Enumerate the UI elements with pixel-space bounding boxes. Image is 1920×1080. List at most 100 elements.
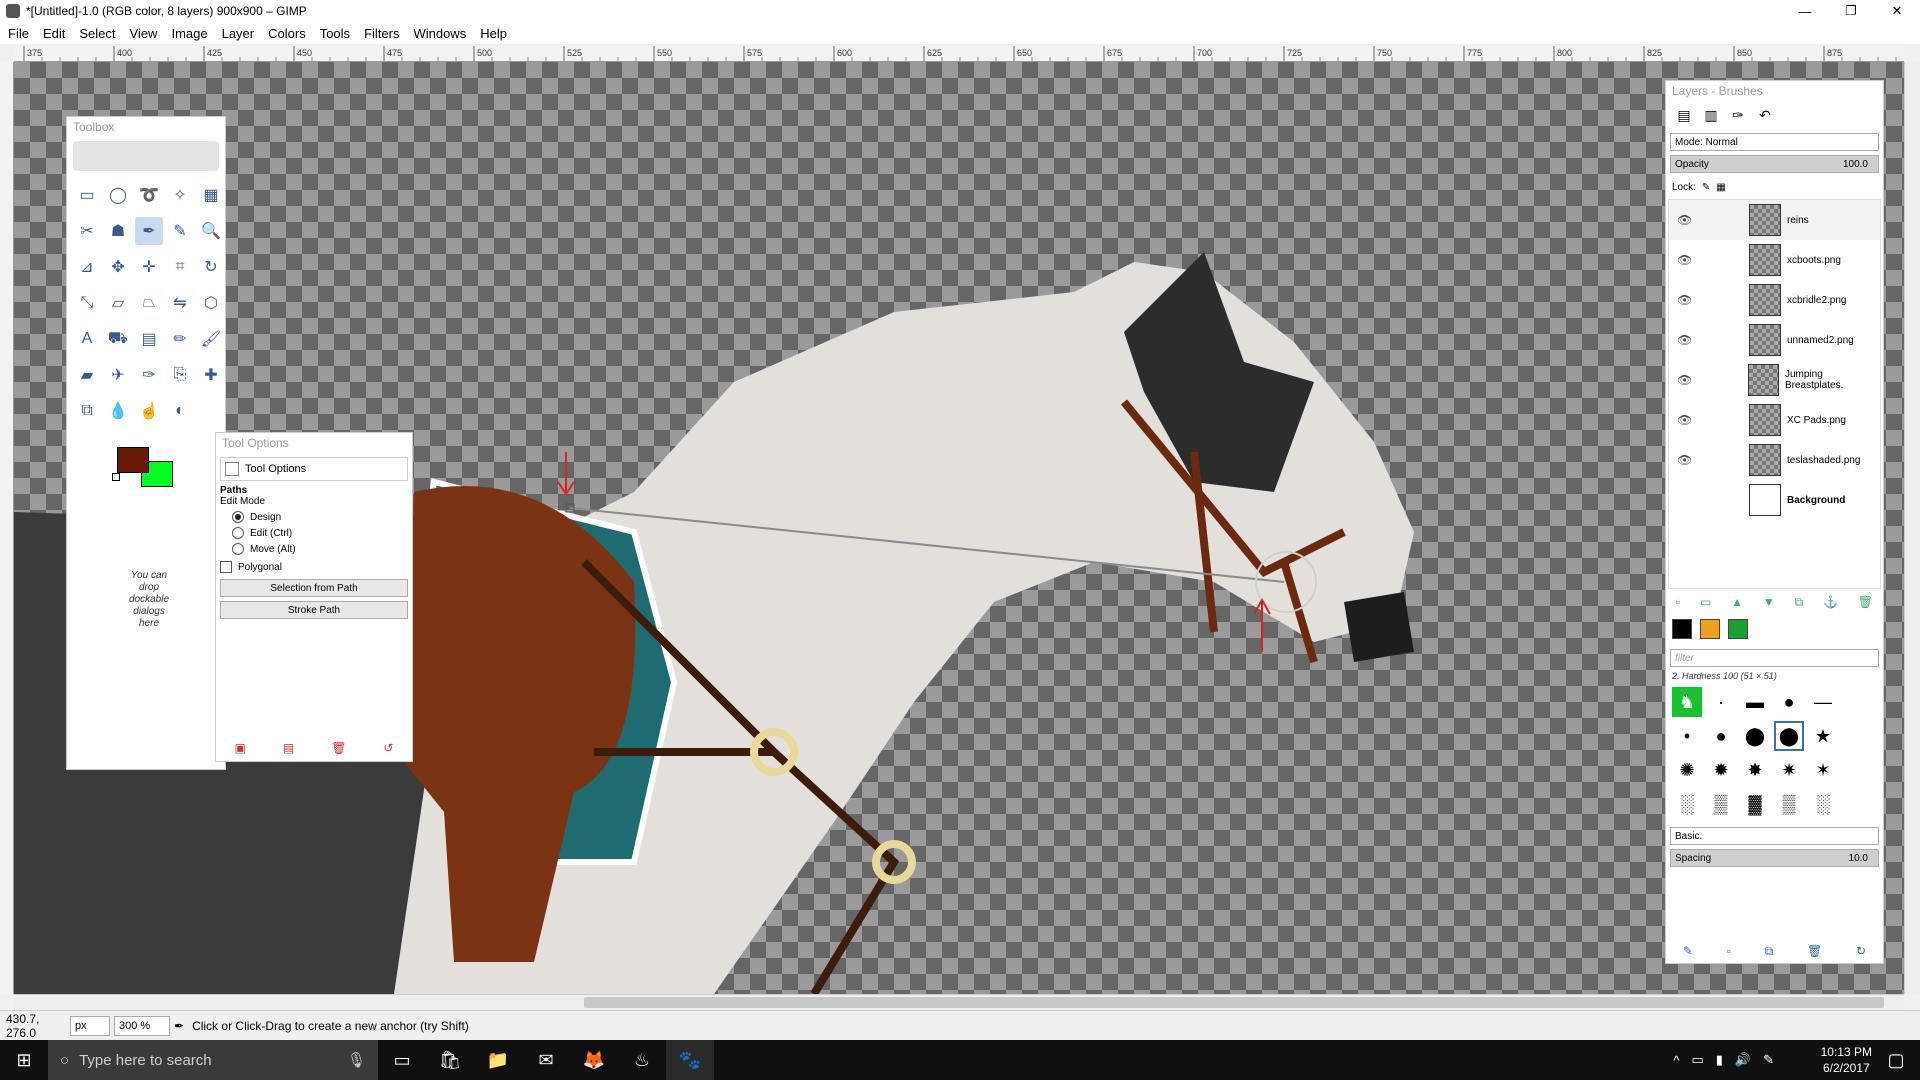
brush-star[interactable]: ★ — [1808, 721, 1838, 751]
layer-row[interactable]: 👁 reins — [1669, 200, 1880, 240]
vertical-ruler[interactable] — [0, 62, 14, 994]
channels-tab-icon[interactable]: ▥ — [1699, 104, 1723, 126]
brush-line[interactable]: ▬ — [1740, 687, 1770, 717]
visibility-eye-icon[interactable]: 👁 — [1677, 293, 1697, 307]
mode-design-radio[interactable]: Design — [232, 511, 408, 523]
paintbrush-icon[interactable]: 🖌 — [197, 325, 225, 353]
pen-icon[interactable]: ✎ — [1763, 1052, 1774, 1068]
ink-icon[interactable]: ✑ — [135, 361, 163, 389]
new-layer-group-icon[interactable]: ▭ — [1700, 595, 1711, 609]
zoom-icon[interactable]: 🔍 — [197, 217, 225, 245]
menu-edit[interactable]: Edit — [43, 26, 65, 41]
select-by-color-icon[interactable]: ▦ — [197, 181, 225, 209]
swatch-orange[interactable] — [1700, 619, 1720, 639]
notifications-icon[interactable]: ▢ — [1872, 1040, 1920, 1080]
layer-row[interactable]: 👁 teslashaded.png — [1669, 440, 1880, 480]
vertical-scrollbar[interactable] — [1904, 62, 1920, 994]
windows-start-icon[interactable]: ⊞ — [0, 1040, 48, 1080]
delete-layer-icon[interactable]: 🗑 — [1858, 595, 1873, 609]
brush-blob[interactable]: ● — [1774, 687, 1804, 717]
visibility-eye-icon[interactable]: 👁 — [1677, 453, 1697, 467]
menu-colors[interactable]: Colors — [268, 26, 306, 41]
horizontal-ruler[interactable]: 375 400 425 450 475 500 525 550 575 600 625 650 675 7… — [14, 46, 1904, 62]
reset-options-icon[interactable]: ↺ — [383, 741, 393, 755]
menu-filters[interactable]: Filters — [364, 26, 399, 41]
tray-chevron-icon[interactable]: ^ — [1673, 1053, 1679, 1068]
edit-brush-icon[interactable]: ✎ — [1683, 944, 1693, 959]
brush-preset-dropdown[interactable]: Basic. — [1670, 827, 1879, 845]
zoom-dropdown[interactable]: 300 % — [114, 1015, 170, 1036]
refresh-brushes-icon[interactable]: ↻ — [1856, 944, 1866, 959]
brush-splatter-1[interactable]: ✺ — [1672, 755, 1702, 785]
menu-image[interactable]: Image — [171, 26, 207, 41]
brush-splatter-5[interactable]: ✶ — [1808, 755, 1838, 785]
brush-dot[interactable]: · — [1706, 687, 1736, 717]
layer-row[interactable]: Background — [1669, 480, 1880, 520]
brush-clipboard[interactable]: ♞ — [1672, 687, 1702, 717]
reset-colors-icon[interactable] — [112, 473, 120, 481]
task-view-icon[interactable]: ▭ — [378, 1040, 426, 1080]
flip-icon[interactable]: ⇋ — [166, 289, 194, 317]
spacing-slider[interactable]: Spacing 10.0 — [1670, 849, 1879, 867]
paths-tab-icon[interactable]: ✑ — [1726, 104, 1750, 126]
brush-fuzzy-small[interactable]: • — [1672, 721, 1702, 751]
delete-brush-icon[interactable]: 🗑 — [1807, 944, 1822, 959]
pencil-icon[interactable]: ✏ — [166, 325, 194, 353]
text-icon[interactable]: A — [73, 325, 101, 353]
swatch-black[interactable] — [1672, 619, 1692, 639]
color-picker-icon[interactable]: ✎ — [166, 217, 194, 245]
brush-texture-1[interactable]: ░ — [1672, 789, 1702, 819]
mode-move-radio[interactable]: Move (Alt) — [232, 543, 408, 555]
blur-icon[interactable]: 💧 — [104, 397, 132, 425]
file-explorer-icon[interactable]: 📁 — [474, 1040, 522, 1080]
scissors-icon[interactable]: ✂ — [73, 217, 101, 245]
layer-row[interactable]: 👁 Jumping Breastplates. — [1669, 360, 1880, 400]
opacity-slider[interactable]: Opacity 100.0 — [1670, 155, 1879, 173]
firefox-icon[interactable]: 🦊 — [570, 1040, 618, 1080]
paths-icon[interactable]: ✒ — [135, 217, 163, 245]
close-button[interactable]: ✕ — [1874, 0, 1920, 22]
brush-texture-3[interactable]: ▓ — [1740, 789, 1770, 819]
brush-splatter-4[interactable]: ✷ — [1774, 755, 1804, 785]
raise-layer-icon[interactable]: ▲ — [1731, 595, 1743, 609]
brush-filter-input[interactable]: filter — [1670, 649, 1879, 667]
store-icon[interactable]: 🛍 — [426, 1040, 474, 1080]
menu-layer[interactable]: Layer — [222, 26, 255, 41]
menu-select[interactable]: Select — [79, 26, 115, 41]
steam-icon[interactable]: ♨ — [618, 1040, 666, 1080]
measure-icon[interactable]: ⊿ — [73, 253, 101, 281]
menu-windows[interactable]: Windows — [413, 26, 466, 41]
undo-tab-icon[interactable]: ↶ — [1753, 104, 1777, 126]
anchor-layer-icon[interactable]: ⚓ — [1823, 595, 1838, 609]
network-icon[interactable]: ▭ — [1691, 1052, 1703, 1068]
layer-row[interactable]: 👁 unnamed2.png — [1669, 320, 1880, 360]
menu-view[interactable]: View — [130, 26, 158, 41]
rotate-icon[interactable]: ↻ — [197, 253, 225, 281]
clone-icon[interactable]: ⎘ — [166, 361, 194, 389]
brush-fuzzy-medium[interactable]: ● — [1706, 721, 1736, 751]
scale-icon[interactable]: ⤡ — [73, 289, 101, 317]
menu-file[interactable]: File — [8, 26, 29, 41]
brush-texture-5[interactable]: ░ — [1808, 789, 1838, 819]
brush-fuzzy-large[interactable]: ⬤ — [1740, 721, 1770, 751]
volume-icon[interactable]: 🔊 — [1735, 1052, 1751, 1068]
heal-icon[interactable]: ✚ — [197, 361, 225, 389]
mode-dropdown[interactable]: Mode: Normal — [1670, 133, 1879, 151]
ellipse-select-icon[interactable]: ◯ — [104, 181, 132, 209]
duplicate-layer-icon[interactable]: ⧉ — [1795, 595, 1804, 610]
free-select-icon[interactable]: ➰ — [135, 181, 163, 209]
gimp-taskbar-icon[interactable]: 🐾 — [666, 1040, 714, 1080]
selection-from-path-button[interactable]: Selection from Path — [220, 579, 408, 597]
mode-edit-radio[interactable]: Edit (Ctrl) — [232, 527, 408, 539]
polygonal-checkbox[interactable]: Polygonal — [220, 561, 408, 573]
duplicate-brush-icon[interactable]: ⧉ — [1765, 944, 1774, 959]
brush-splatter-2[interactable]: ✹ — [1706, 755, 1736, 785]
visibility-eye-icon[interactable]: 👁 — [1677, 413, 1697, 427]
visibility-eye-icon[interactable]: 👁 — [1677, 373, 1696, 387]
restore-options-icon[interactable]: ▤ — [283, 741, 294, 755]
perspective-clone-icon[interactable]: ⧉ — [73, 397, 101, 425]
brush-hardness-100[interactable]: ⬤ — [1774, 721, 1804, 751]
menu-tools[interactable]: Tools — [320, 26, 350, 41]
visibility-eye-icon[interactable]: 👁 — [1677, 333, 1697, 347]
brush-splatter-3[interactable]: ✸ — [1740, 755, 1770, 785]
